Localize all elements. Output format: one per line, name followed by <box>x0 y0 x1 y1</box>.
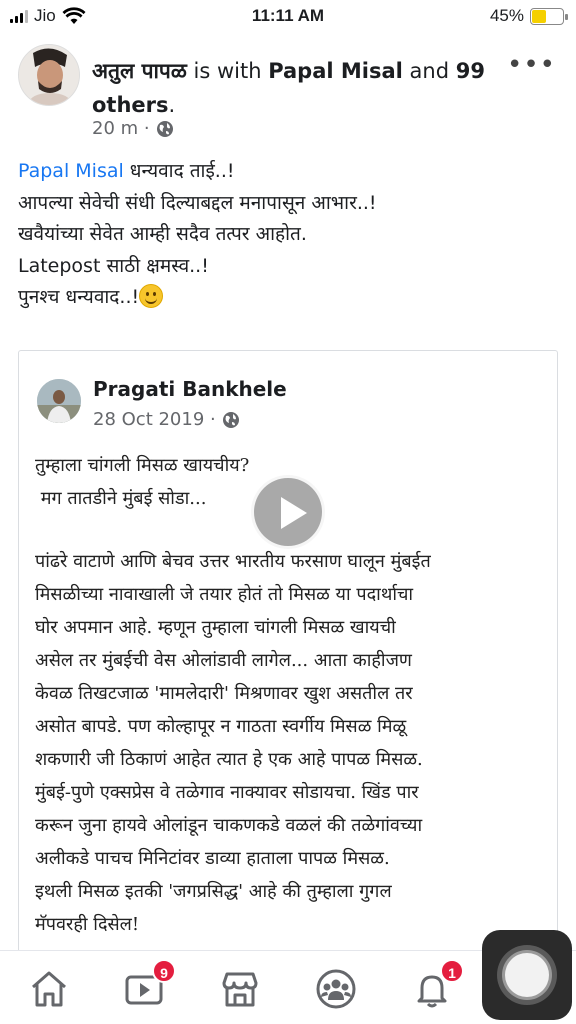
end-punct: . <box>168 93 176 117</box>
shared-body-line: घोर अपमान आहे. म्हणून तुम्हाला चांगली मि… <box>35 617 396 638</box>
battery-icon <box>530 7 568 25</box>
author-avatar[interactable] <box>18 44 80 106</box>
post-time[interactable]: 20 m · <box>92 118 150 139</box>
shared-author-avatar[interactable] <box>37 379 81 423</box>
nav-marketplace[interactable] <box>218 967 262 1011</box>
status-bar: Jio 11:11 AM 45% <box>0 0 576 34</box>
status-right: 45% <box>489 6 568 26</box>
shared-post-date[interactable]: 28 Oct 2019 · <box>93 409 216 430</box>
shared-post-card[interactable]: Pragati Bankhele 28 Oct 2019 · तुम्हाला … <box>18 350 558 990</box>
post-header: अतुल पापळ is with Papal Misal and 99 oth… <box>18 44 558 144</box>
post-line-5: पुनश्च धन्यवाद..! <box>18 282 558 314</box>
assistive-touch-button[interactable] <box>482 930 572 1020</box>
post-author-name[interactable]: अतुल पापळ <box>92 59 187 83</box>
and-text: and <box>402 59 456 83</box>
post-line-3: खवैयांच्या सेवेत आम्ही सदैव तत्पर आहोत. <box>18 223 307 245</box>
post-meta: 20 m · <box>92 118 174 139</box>
post-line-1: Papal Misal धन्यवाद ताई..! <box>18 156 558 188</box>
mention-link[interactable]: Papal Misal <box>18 160 124 182</box>
groups-icon <box>316 969 356 1009</box>
shared-post-meta: 28 Oct 2019 · <box>93 409 240 430</box>
shared-body-line: पांढरे वाटाणे आणि बेचव उत्तर भारतीय फरसा… <box>35 551 431 572</box>
nav-home[interactable] <box>27 967 71 1011</box>
post-author-line: अतुल पापळ is with Papal Misal and 99 oth… <box>92 54 492 122</box>
shared-body-line: अलीकडे पाचच मिनिटांवर डाव्या हाताला पापळ… <box>35 848 390 869</box>
globe-icon <box>222 411 239 428</box>
nav-notifications[interactable]: 1 <box>410 959 464 1011</box>
post-line-5-text: पुनश्च धन्यवाद..! <box>18 286 140 308</box>
post-text: Papal Misal धन्यवाद ताई..! आपल्या सेवेची… <box>18 156 558 314</box>
notifications-badge: 1 <box>440 959 464 983</box>
shared-body-line: इथली मिसळ इतकी 'जगप्रसिद्ध' आहे की तुम्ह… <box>35 881 392 902</box>
shared-body-line: असेल तर मुंबईची वेस ओलांडावी लागेल... आत… <box>35 650 412 671</box>
post-line-4: Latepost साठी क्षमस्व..! <box>18 254 209 277</box>
with-text: is with <box>186 59 269 83</box>
post-line-2: आपल्या सेवेची संधी दिल्याबद्दल मनापासून … <box>18 191 377 214</box>
post-line-1-text: धन्यवाद ताई..! <box>123 160 235 182</box>
shared-body-line: करून जुना हायवे ओलांडून चाकणकडे वळलं की … <box>35 815 423 836</box>
shared-body-line: शकणारी जी ठिकाणं आहेत त्यात हे एक आहे पा… <box>35 749 423 770</box>
shared-body-line: असोत बापडे. पण कोल्हापूर न गाठता स्वर्गी… <box>35 716 407 737</box>
battery-level <box>532 9 546 23</box>
shared-body-line: मॅपवरही दिसेल! <box>35 914 140 935</box>
watch-badge: 9 <box>152 959 176 983</box>
marketplace-icon <box>222 972 258 1007</box>
slightly-smiling-face-icon <box>139 284 164 308</box>
avatar-photo <box>19 45 79 105</box>
nav-groups[interactable] <box>314 967 358 1011</box>
shared-body-line: मिसळीच्या नावाखाली जे तयार होतं तो मिसळ … <box>35 584 414 605</box>
nav-watch[interactable]: 9 <box>122 959 176 1011</box>
tagged-name[interactable]: Papal Misal <box>268 59 403 83</box>
shared-body-line: मुंबई-पुणे एक्सप्रेस वे तळेगाव नाक्यावर … <box>35 782 419 803</box>
video-play-button[interactable] <box>251 475 325 549</box>
shared-avatar-photo <box>37 379 81 423</box>
battery-percent: 45% <box>489 6 524 25</box>
more-options-icon[interactable]: ••• <box>507 50 556 80</box>
shared-author-name[interactable]: Pragati Bankhele <box>93 377 287 401</box>
globe-icon <box>156 120 173 137</box>
shared-body-line: केवळ तिखटजाळ 'मामलेदारी' मिश्रणावर खुश अ… <box>35 683 413 704</box>
home-icon <box>32 971 66 1007</box>
